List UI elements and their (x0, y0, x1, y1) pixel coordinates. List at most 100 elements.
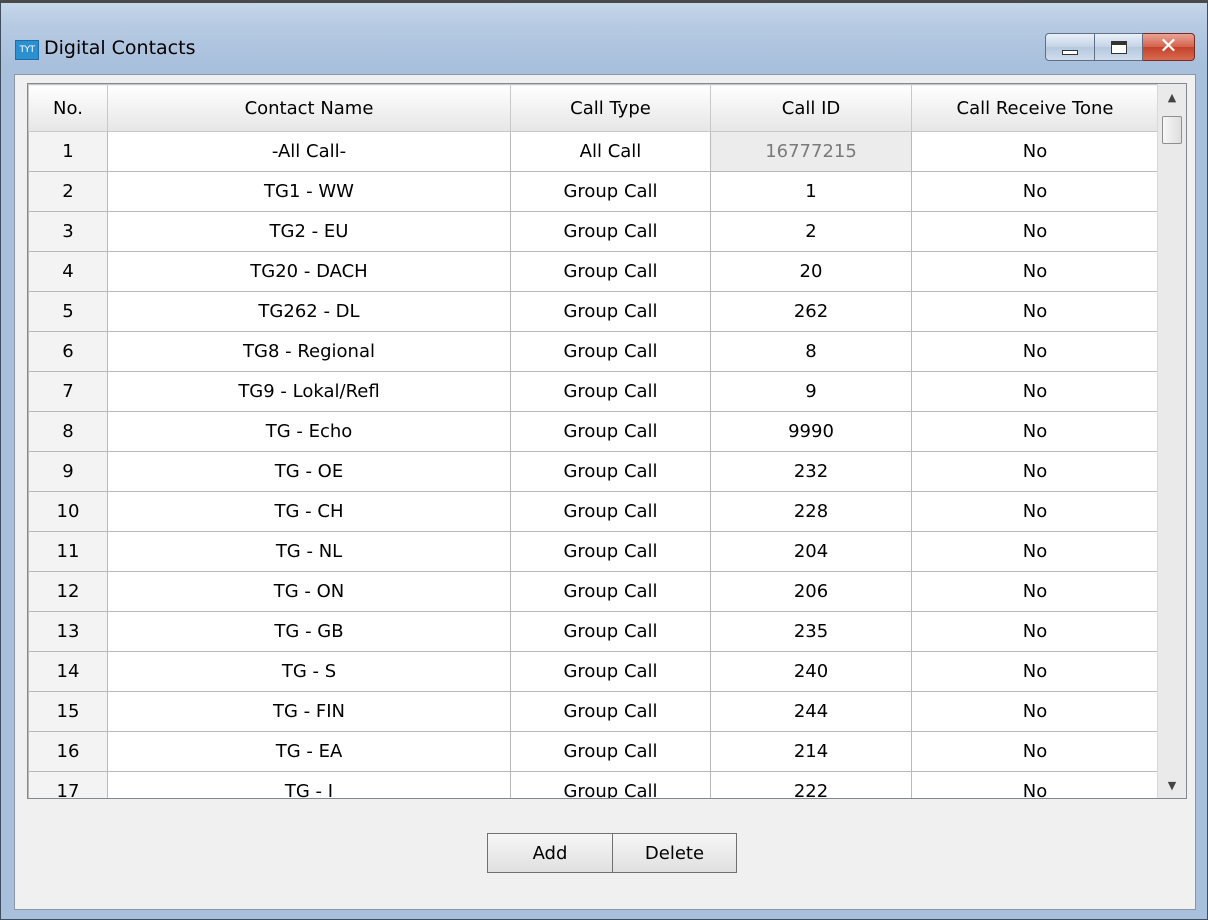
cell-contact-name[interactable]: TG - I (107, 771, 511, 798)
table-row[interactable]: 12 TG - ON Group Call 206 No (28, 571, 1159, 612)
cell-call-type[interactable]: Group Call (510, 211, 711, 252)
cell-call-id[interactable]: 20 (710, 251, 912, 292)
cell-call-type[interactable]: Group Call (510, 731, 711, 772)
cell-call-id[interactable]: 204 (710, 531, 912, 572)
cell-contact-name[interactable]: -All Call- (107, 131, 511, 172)
cell-call-receive-tone[interactable]: No (911, 131, 1159, 172)
cell-call-type[interactable]: All Call (510, 131, 711, 172)
table-row[interactable]: 9 TG - OE Group Call 232 No (28, 451, 1159, 492)
cell-call-receive-tone[interactable]: No (911, 611, 1159, 652)
cell-call-type[interactable]: Group Call (510, 411, 711, 452)
cell-contact-name[interactable]: TG - S (107, 651, 511, 692)
cell-call-id[interactable]: 232 (710, 451, 912, 492)
cell-call-type[interactable]: Group Call (510, 491, 711, 532)
cell-call-id[interactable]: 228 (710, 491, 912, 532)
table-row[interactable]: 7 TG9 - Lokal/Refl Group Call 9 No (28, 371, 1159, 412)
cell-call-type[interactable]: Group Call (510, 171, 711, 212)
cell-call-receive-tone[interactable]: No (911, 691, 1159, 732)
cell-call-id[interactable]: 222 (710, 771, 912, 798)
column-header-no[interactable]: No. (28, 84, 108, 132)
table-row[interactable]: 4 TG20 - DACH Group Call 20 No (28, 251, 1159, 292)
cell-call-receive-tone[interactable]: No (911, 171, 1159, 212)
scroll-down-arrow-icon[interactable]: ▼ (1158, 772, 1186, 798)
cell-call-receive-tone[interactable]: No (911, 451, 1159, 492)
cell-call-id[interactable]: 8 (710, 331, 912, 372)
cell-call-id[interactable]: 206 (710, 571, 912, 612)
cell-call-receive-tone[interactable]: No (911, 771, 1159, 798)
cell-contact-name[interactable]: TG - OE (107, 451, 511, 492)
table-row[interactable]: 2 TG1 - WW Group Call 1 No (28, 171, 1159, 212)
table-row[interactable]: 14 TG - S Group Call 240 No (28, 651, 1159, 692)
cell-contact-name[interactable]: TG - EA (107, 731, 511, 772)
delete-button[interactable]: Delete (613, 833, 737, 873)
cell-contact-name[interactable]: TG262 - DL (107, 291, 511, 332)
cell-call-id[interactable]: 240 (710, 651, 912, 692)
column-header-call-type[interactable]: Call Type (510, 84, 711, 132)
scroll-up-arrow-icon[interactable]: ▲ (1158, 84, 1186, 110)
close-button[interactable]: ✕ (1143, 33, 1195, 61)
cell-call-type[interactable]: Group Call (510, 331, 711, 372)
cell-call-receive-tone[interactable]: No (911, 291, 1159, 332)
cell-call-receive-tone[interactable]: No (911, 371, 1159, 412)
maximize-button[interactable] (1095, 33, 1143, 61)
cell-call-receive-tone[interactable]: No (911, 331, 1159, 372)
cell-call-id[interactable]: 9 (710, 371, 912, 412)
cell-contact-name[interactable]: TG1 - WW (107, 171, 511, 212)
cell-call-receive-tone[interactable]: No (911, 731, 1159, 772)
contacts-grid[interactable]: No. Contact Name Call Type Call ID Call … (27, 83, 1187, 799)
cell-call-id[interactable]: 16777215 (710, 131, 912, 172)
cell-contact-name[interactable]: TG - Echo (107, 411, 511, 452)
cell-call-type[interactable]: Group Call (510, 651, 711, 692)
cell-contact-name[interactable]: TG8 - Regional (107, 331, 511, 372)
table-row[interactable]: 10 TG - CH Group Call 228 No (28, 491, 1159, 532)
title-bar[interactable]: TYT Digital Contacts ✕ (1, 3, 1207, 73)
cell-call-receive-tone[interactable]: No (911, 251, 1159, 292)
table-row[interactable]: 8 TG - Echo Group Call 9990 No (28, 411, 1159, 452)
column-header-contact-name[interactable]: Contact Name (107, 84, 511, 132)
cell-call-type[interactable]: Group Call (510, 531, 711, 572)
cell-call-id[interactable]: 9990 (710, 411, 912, 452)
cell-call-type[interactable]: Group Call (510, 291, 711, 332)
cell-call-type[interactable]: Group Call (510, 451, 711, 492)
cell-contact-name[interactable]: TG - ON (107, 571, 511, 612)
cell-contact-name[interactable]: TG2 - EU (107, 211, 511, 252)
cell-call-receive-tone[interactable]: No (911, 531, 1159, 572)
table-row[interactable]: 11 TG - NL Group Call 204 No (28, 531, 1159, 572)
cell-contact-name[interactable]: TG - NL (107, 531, 511, 572)
cell-call-receive-tone[interactable]: No (911, 651, 1159, 692)
cell-contact-name[interactable]: TG9 - Lokal/Refl (107, 371, 511, 412)
cell-call-receive-tone[interactable]: No (911, 211, 1159, 252)
table-row[interactable]: 17 TG - I Group Call 222 No (28, 771, 1159, 798)
cell-call-id[interactable]: 262 (710, 291, 912, 332)
cell-call-id[interactable]: 2 (710, 211, 912, 252)
add-button[interactable]: Add (487, 833, 613, 873)
cell-contact-name[interactable]: TG - GB (107, 611, 511, 652)
cell-call-type[interactable]: Group Call (510, 691, 711, 732)
cell-call-receive-tone[interactable]: No (911, 491, 1159, 532)
table-row[interactable]: 13 TG - GB Group Call 235 No (28, 611, 1159, 652)
cell-call-type[interactable]: Group Call (510, 571, 711, 612)
cell-contact-name[interactable]: TG20 - DACH (107, 251, 511, 292)
cell-call-id[interactable]: 235 (710, 611, 912, 652)
table-row[interactable]: 5 TG262 - DL Group Call 262 No (28, 291, 1159, 332)
cell-call-id[interactable]: 244 (710, 691, 912, 732)
cell-call-type[interactable]: Group Call (510, 771, 711, 798)
cell-contact-name[interactable]: TG - FIN (107, 691, 511, 732)
table-row[interactable]: 3 TG2 - EU Group Call 2 No (28, 211, 1159, 252)
cell-call-id[interactable]: 1 (710, 171, 912, 212)
cell-call-receive-tone[interactable]: No (911, 571, 1159, 612)
cell-contact-name[interactable]: TG - CH (107, 491, 511, 532)
minimize-button[interactable] (1045, 33, 1095, 61)
scrollbar-thumb[interactable] (1162, 116, 1182, 144)
column-header-call-id[interactable]: Call ID (710, 84, 912, 132)
table-row[interactable]: 15 TG - FIN Group Call 244 No (28, 691, 1159, 732)
cell-call-id[interactable]: 214 (710, 731, 912, 772)
cell-call-type[interactable]: Group Call (510, 251, 711, 292)
column-header-call-receive-tone[interactable]: Call Receive Tone (911, 84, 1159, 132)
cell-call-type[interactable]: Group Call (510, 371, 711, 412)
table-row[interactable]: 16 TG - EA Group Call 214 No (28, 731, 1159, 772)
vertical-scrollbar[interactable]: ▲ ▼ (1157, 84, 1186, 798)
table-row[interactable]: 6 TG8 - Regional Group Call 8 No (28, 331, 1159, 372)
cell-call-type[interactable]: Group Call (510, 611, 711, 652)
cell-call-receive-tone[interactable]: No (911, 411, 1159, 452)
